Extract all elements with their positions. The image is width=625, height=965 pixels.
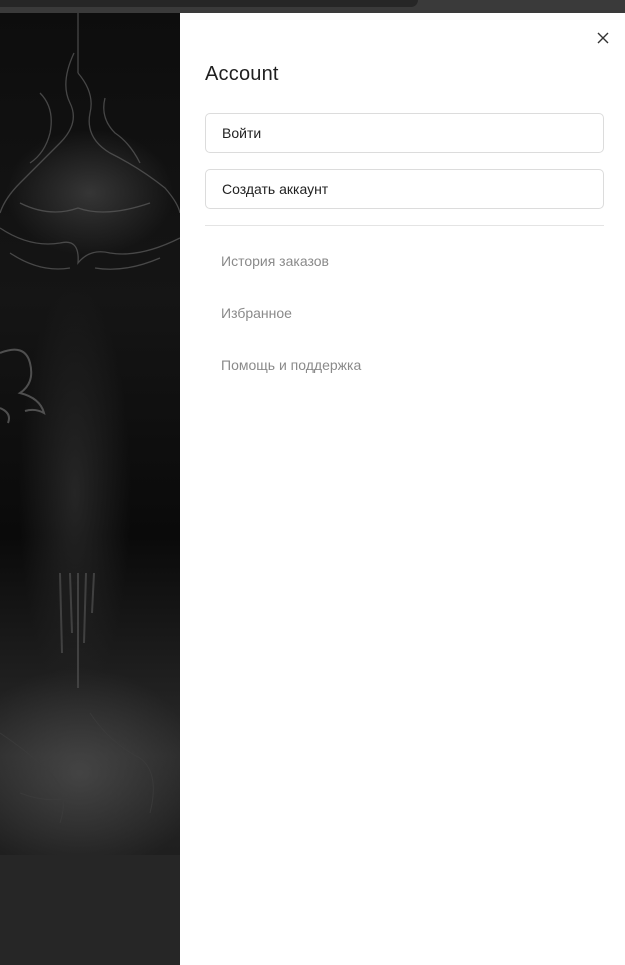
menu-item-label: История заказов (221, 253, 329, 269)
drawer-title: Account (205, 63, 279, 85)
background-artwork[interactable] (0, 13, 180, 965)
ornament-graphic (0, 13, 180, 824)
close-drawer-button[interactable] (594, 29, 612, 47)
page-viewport: Account Войти Создать аккаунт История за… (0, 0, 625, 965)
menu-item-label: Избранное (221, 305, 292, 321)
menu-item-favorites[interactable]: Избранное (221, 305, 361, 357)
account-drawer: Account Войти Создать аккаунт История за… (180, 13, 625, 965)
browser-top-strip (0, 0, 625, 13)
menu-item-label: Помощь и поддержка (221, 357, 362, 373)
backdrop-footer-band (0, 855, 180, 965)
menu-item-order-history[interactable]: История заказов (221, 253, 361, 305)
login-button-label: Войти (222, 125, 262, 141)
menu-item-help-support[interactable]: Помощь и поддержка (221, 357, 361, 409)
account-menu: История заказов Избранное Помощь и подде… (221, 253, 361, 409)
address-bar-edge (0, 0, 418, 7)
login-button[interactable]: Войти (205, 113, 604, 153)
drawer-divider (205, 225, 604, 226)
create-account-button-label: Создать аккаунт (222, 181, 329, 197)
close-icon (597, 32, 609, 44)
create-account-button[interactable]: Создать аккаунт (205, 169, 604, 209)
